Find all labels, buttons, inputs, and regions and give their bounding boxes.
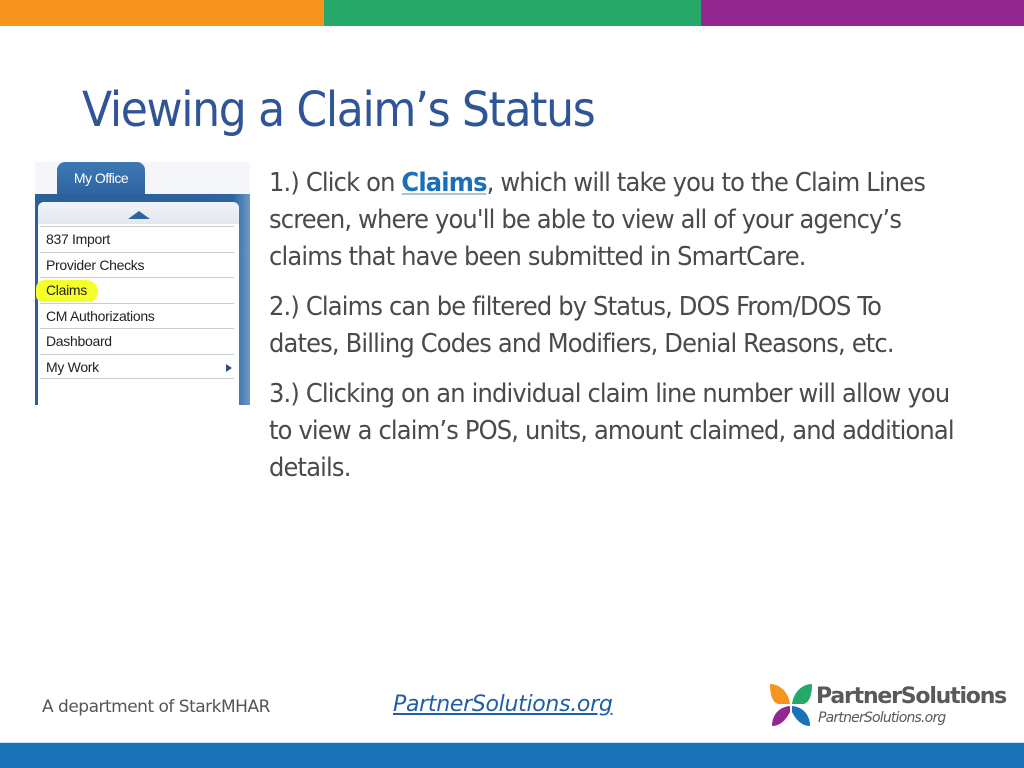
menu-item-label: Claims — [46, 282, 87, 298]
footer-website-link[interactable]: PartnerSolutions.org — [393, 692, 613, 717]
menu-body: 837 Import Provider Checks Claims CM Aut… — [35, 194, 250, 405]
butterfly-icon — [770, 684, 812, 726]
dropdown-panel: 837 Import Provider Checks Claims CM Aut… — [36, 202, 239, 405]
claims-link[interactable]: Claims — [401, 168, 487, 198]
dropdown-menu-list: 837 Import Provider Checks Claims CM Aut… — [36, 226, 239, 379]
menu-item-label: My Work — [46, 358, 99, 375]
menu-item-provider-checks[interactable]: Provider Checks — [40, 251, 234, 278]
menu-screenshot: My Office 837 Import Provider Checks Cla… — [35, 162, 250, 405]
menu-item-dashboard[interactable]: Dashboard — [40, 328, 234, 354]
footer-department: A department of StarkMHAR — [42, 697, 270, 717]
menu-item-label: Dashboard — [46, 333, 112, 349]
menu-item-label: CM Authorizations — [46, 307, 155, 324]
menu-item-label: 837 Import — [46, 231, 110, 247]
top-bar-orange-segment — [0, 0, 324, 26]
menu-item-my-work[interactable]: My Work — [40, 353, 234, 379]
logo-url: PartnerSolutions.org — [818, 710, 946, 726]
menu-tab-my-office[interactable]: My Office — [57, 162, 145, 196]
menu-item-claims[interactable]: Claims — [36, 277, 234, 303]
menu-item-837-import[interactable]: 837 Import — [40, 226, 234, 252]
menu-item-cm-authorizations[interactable]: CM Authorizations — [40, 302, 234, 329]
caret-up-icon — [128, 211, 150, 219]
top-bar-purple-segment — [701, 0, 1024, 26]
slide-title: Viewing a Claim’s Status — [82, 82, 596, 138]
top-color-bar — [0, 0, 1024, 26]
step-3: 3.) Clicking on an individual claim line… — [269, 379, 955, 483]
bottom-color-bar — [0, 742, 1024, 768]
menu-item-label: Provider Checks — [46, 256, 145, 273]
step-2: 2.) Claims can be filtered by Status, DO… — [269, 292, 895, 359]
logo-name: PartnerSolutions — [816, 684, 1007, 709]
step-1-prefix: 1.) Click on — [269, 168, 402, 198]
dropdown-header — [38, 202, 239, 224]
submenu-arrow-icon — [226, 363, 232, 372]
top-bar-green-segment — [324, 0, 701, 26]
partnersolutions-logo: PartnerSolutions PartnerSolutions.org — [768, 680, 1008, 732]
step-1: 1.) Click on Claims, which will take you… — [269, 165, 957, 276]
instructions: 1.) Click on Claims, which will take you… — [269, 165, 955, 500]
